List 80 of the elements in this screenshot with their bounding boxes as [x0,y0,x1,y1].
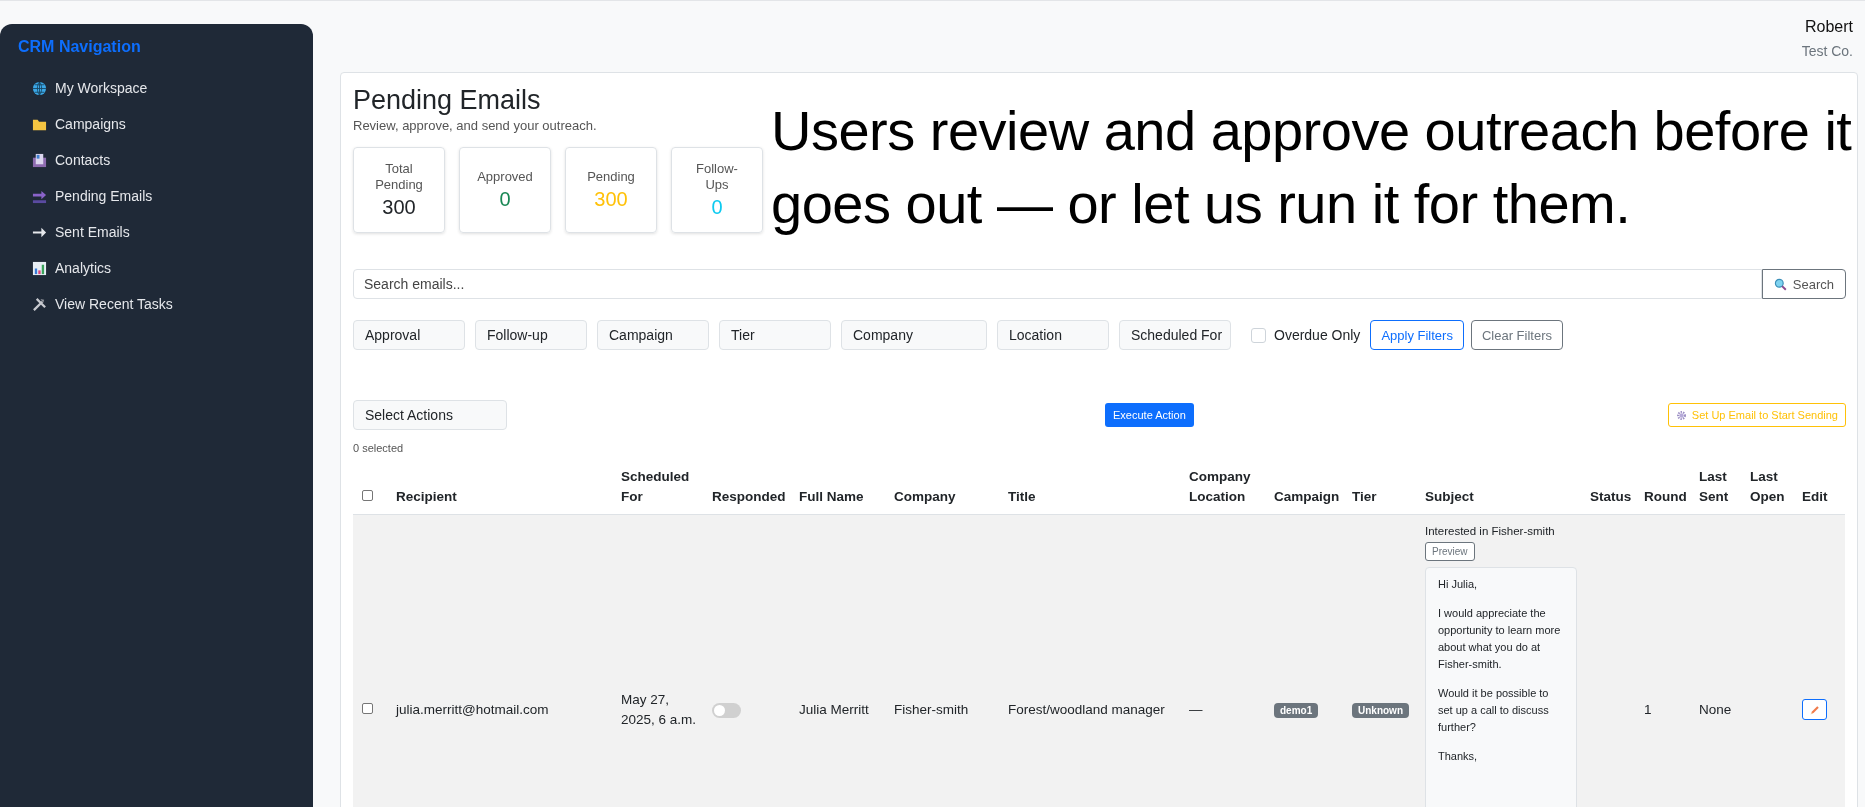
apply-filters-button[interactable]: Apply Filters [1370,320,1464,350]
search-field[interactable]: Search emails... [353,269,1762,299]
column-header: Edit [1802,488,1828,504]
overdue-label: Overdue Only [1274,327,1361,343]
search-button[interactable]: Search [1761,269,1846,299]
sidebar-item[interactable]: Sent Emails [18,214,130,250]
column-header: Tier [1352,488,1377,504]
sidebar-item[interactable]: Pending Emails [18,178,153,214]
stat-label: Total Pending [374,160,424,194]
column-header: Company Location [1189,469,1251,504]
bar-chart-icon [32,260,47,276]
filter-dropdown[interactable]: Follow-up [475,320,587,350]
table-cell: May 27, 2025, 6 a.m. [621,691,697,727]
tools-icon [32,296,47,312]
column-header: Last Sent [1699,469,1729,504]
filter-dropdown[interactable]: Company [841,320,987,350]
table-cell: 1 [1644,701,1652,717]
sidebar-item[interactable]: Campaigns [18,106,126,142]
email-subject: Interested in Fisher-smith [1425,524,1556,540]
user-name: Robert [1803,18,1853,36]
soon-arrow-icon [32,188,47,204]
annotation-text: Users review and approve outreach before it goes out — or let us run it for them. [771,98,1853,237]
selected-count: 0 selected [353,442,404,454]
column-header: Full Name [799,488,864,504]
edit-button[interactable] [1802,699,1827,721]
filter-dropdown[interactable]: Scheduled For [1119,320,1231,350]
email-paragraph: I would appreciate the opportunity to learn more about what you do at Fisher-smith. [1438,605,1562,672]
email-paragraph: Hi Julia, [1438,576,1479,592]
column-header: Subject [1425,488,1474,504]
column-header: Round [1644,488,1687,504]
execute-action-button[interactable]: Execute Action [1105,403,1194,427]
actions-dropdown[interactable]: Select Actions [353,400,507,430]
card-file-icon [32,152,47,168]
sidebar-item[interactable]: View Recent Tasks [18,286,173,322]
column-header: Responded [712,488,786,504]
page-title: Pending Emails [353,85,541,116]
sidebar-title: CRM Navigation [18,38,142,56]
row-checkbox[interactable] [362,702,373,714]
table-cell: Fisher-smith [894,701,969,717]
column-header: Title [1008,488,1036,504]
filter-dropdown[interactable]: Tier [719,320,831,350]
overdue-checkbox[interactable] [1251,327,1266,343]
preview-button[interactable]: Preview [1425,542,1475,562]
email-paragraph: Thanks, [1438,749,1479,764]
stat-label: Pending [587,168,635,186]
sidebar-item[interactable]: Analytics [18,250,112,286]
stat-value: 0 [711,196,723,220]
filter-dropdown[interactable]: Location [997,320,1109,350]
column-header: Scheduled For [621,469,690,504]
column-header: Recipient [396,488,457,504]
column-header: Campaign [1274,488,1340,504]
stat-label: Approved [477,168,533,186]
table-cell: None [1699,701,1732,717]
clear-filters-button[interactable]: Clear Filters [1470,320,1563,350]
responded-toggle[interactable] [712,702,741,718]
select-all-checkbox[interactable] [362,489,373,501]
campaign-tag: demo1 [1274,702,1319,718]
stat-value: 300 [382,196,416,220]
stat-value: 0 [499,188,511,212]
column-header: Last Open [1750,469,1785,504]
column-header: Status [1590,488,1632,504]
email-paragraph: Would it be possible to set up a call to discuss further? [1438,685,1550,735]
column-header: Company [894,488,956,504]
search-icon [1773,277,1787,291]
stat-value: 300 [594,188,628,212]
filter-dropdown[interactable]: Campaign [597,320,709,350]
user-company: Test Co. [1801,43,1853,59]
sidebar-item[interactable]: Contacts [18,142,111,178]
sidebar-item[interactable]: My Workspace [18,70,148,106]
tier-tag: Unknown [1352,702,1409,718]
pencil-icon [1808,703,1821,716]
stat-label: Follow-Ups [695,160,739,194]
table-cell: Forest/woodland manager [1008,701,1165,717]
page-subtitle: Review, approve, and send your outreach. [353,118,597,133]
table-cell: — [1189,701,1203,717]
gear-icon [1675,409,1687,421]
globe-icon [32,80,47,96]
filter-dropdown[interactable]: Approval [353,320,465,350]
table-cell: Julia Merritt [799,701,869,717]
table-cell: julia.merritt@hotmail.com [396,701,549,717]
